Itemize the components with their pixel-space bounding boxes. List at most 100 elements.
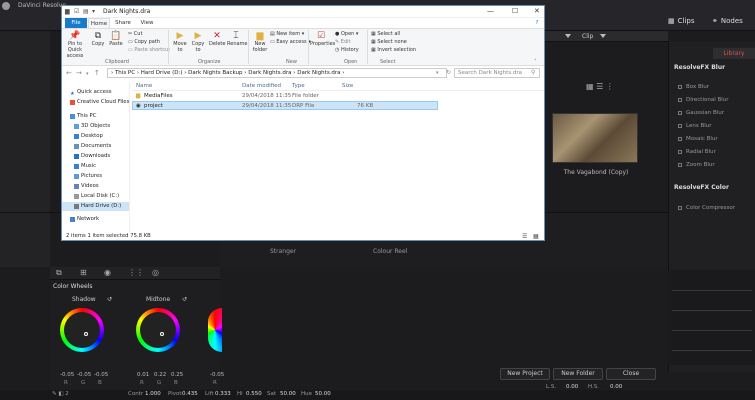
invert-selection-button[interactable]: ▦ Invert selection [371, 47, 416, 53]
nav-item-creative-cloud[interactable]: Creative Cloud Files [70, 98, 137, 107]
nav-item-hard-drive[interactable]: Hard Drive (D:) [62, 202, 129, 211]
tab-share[interactable]: Share [112, 18, 134, 28]
up-arrow-icon[interactable]: ↑ [94, 69, 100, 77]
wheel-value[interactable]: -0.05 [60, 372, 74, 378]
color-wheels-icon[interactable]: ◉ [104, 268, 111, 277]
fx-item[interactable]: Color Compressor [678, 203, 750, 212]
forward-arrow-icon[interactable]: → [76, 69, 82, 77]
copy-button[interactable]: ⧉ Copy [90, 31, 106, 47]
hdr-icon[interactable]: ◎ [152, 268, 159, 277]
viewer-dropdown-icon[interactable] [565, 34, 571, 38]
search-input[interactable]: Search Dark Nights.dra [454, 68, 540, 78]
fx-item[interactable]: Zoom Blur [678, 160, 750, 169]
clip-dropdown-icon[interactable] [600, 34, 606, 38]
reset-icon[interactable]: ↺ [182, 296, 187, 303]
wheel-value[interactable]: 0.22 [154, 372, 166, 378]
column-header-size[interactable]: Size [342, 83, 353, 89]
copy-path-button[interactable]: ▭ Copy path [128, 39, 160, 45]
nav-item-desktop[interactable]: Desktop [74, 132, 141, 141]
clip-thumbnail[interactable] [552, 113, 638, 163]
details-view-icon[interactable]: ☰ [522, 233, 527, 240]
reset-icon[interactable]: ↺ [107, 296, 112, 303]
nodes-button[interactable]: ⚭ Nodes [712, 14, 743, 28]
paste-shortcut-button[interactable]: ▭ Paste shortcut [128, 47, 170, 53]
maximize-icon[interactable]: ☐ [512, 7, 518, 15]
properties-button[interactable]: ☑ Properties [310, 31, 335, 47]
history-button[interactable]: ◷ History [335, 47, 359, 53]
fx-item[interactable]: Radial Blur [678, 147, 750, 156]
midtone-color-wheel[interactable] [136, 308, 180, 352]
fx-item[interactable]: Directional Blur [678, 95, 750, 104]
open-button[interactable]: ● Open ▾ [335, 31, 358, 37]
properties-quick-icon[interactable]: ☑ [74, 8, 79, 15]
ls-value[interactable]: 0.00 [566, 384, 578, 390]
rename-button[interactable]: ⌶ Rename [227, 31, 248, 47]
wheel-value[interactable]: 0.25 [171, 372, 183, 378]
library-tab[interactable]: Library [713, 48, 755, 59]
pin-quick-access-button[interactable]: 📌 Pin to Quick access [64, 31, 86, 59]
nav-item-local-disk[interactable]: Local Disk (C:) [74, 192, 141, 201]
easy-access-button[interactable]: ▭ Easy access ▾ [270, 39, 311, 45]
collapse-ribbon-icon[interactable]: ˄ [534, 59, 537, 65]
file-row[interactable]: ▆ MediaFiles 29/04/2018 11:35 File folde… [132, 92, 438, 101]
address-bar[interactable]: › This PC › Hard Drive (D:) › Dark Night… [107, 68, 447, 78]
fx-item[interactable]: Mosaic Blur [678, 134, 750, 143]
new-folder-button[interactable]: New Folder [553, 368, 603, 380]
minimize-icon[interactable]: — [487, 7, 494, 15]
refresh-icon[interactable]: ↻ [446, 69, 451, 76]
select-all-button[interactable]: ▦ Select all [371, 31, 400, 37]
nav-item-3d-objects[interactable]: 3D Objects [74, 122, 141, 131]
nav-item-documents[interactable]: Documents [74, 142, 141, 151]
bottom-tool-icon[interactable]: ✎ ◧ 2 [52, 391, 69, 397]
paste-button[interactable]: 📋 Paste [108, 31, 124, 47]
view-mode-icons[interactable]: ▦ ☰ ⋮ [586, 82, 614, 91]
column-header-date[interactable]: Date modified [242, 83, 281, 89]
nav-item-videos[interactable]: Videos [74, 182, 141, 191]
recent-locations-icon[interactable]: ▾ [86, 71, 89, 77]
nav-item-this-pc[interactable]: This PC [70, 112, 137, 121]
edit-button[interactable]: ✎ Edit [335, 39, 350, 45]
adjust-value[interactable]: 0.435 [182, 391, 198, 397]
adjust-value[interactable]: 50.00 [280, 391, 296, 397]
column-header-type[interactable]: Type [292, 83, 305, 89]
tab-home[interactable]: Home [88, 18, 110, 28]
copy-to-button[interactable]: ▶ Copy to [190, 31, 206, 53]
wheel-handle[interactable] [84, 332, 88, 336]
camera-raw-icon[interactable]: ⧉ [56, 268, 62, 278]
nav-item-music[interactable]: Music [74, 162, 141, 171]
nav-item-network[interactable]: Network [70, 215, 137, 224]
fx-item[interactable]: Box Blur [678, 82, 750, 91]
clips-button[interactable]: ▦ Clips [668, 14, 695, 28]
back-arrow-icon[interactable]: ← [66, 69, 72, 77]
wheel-value[interactable]: -0.05 [77, 372, 91, 378]
highlight-color-wheel[interactable] [208, 308, 222, 352]
hs-value[interactable]: 0.00 [610, 384, 622, 390]
tab-file[interactable]: File [65, 18, 87, 28]
wheel-value[interactable]: 0.01 [137, 372, 149, 378]
new-item-button[interactable]: ▤ New item ▾ [270, 31, 304, 37]
shadow-color-wheel[interactable] [60, 308, 104, 352]
fx-item[interactable]: Lens Blur [678, 121, 750, 130]
fx-item[interactable]: Gaussian Blur [678, 108, 750, 117]
wheel-value[interactable]: -0.05 [210, 372, 224, 378]
large-icons-view-icon[interactable]: ▦ [533, 233, 539, 240]
cut-button[interactable]: ✂ Cut [128, 31, 142, 37]
select-none-button[interactable]: ▦ Select none [371, 39, 407, 45]
bin-label[interactable]: Colour Reel [373, 248, 407, 255]
adjust-value[interactable]: 50.00 [315, 391, 331, 397]
new-project-button[interactable]: New Project [500, 368, 550, 380]
nav-item-downloads[interactable]: Downloads [74, 152, 141, 161]
close-button[interactable]: Close [606, 368, 656, 380]
color-match-icon[interactable]: ⊞ [80, 268, 87, 277]
tab-view[interactable]: View [136, 18, 158, 28]
primaries-bars-icon[interactable]: ⋮⋮ [128, 268, 144, 277]
delete-button[interactable]: ✕ Delete [209, 31, 225, 47]
wheel-value[interactable]: -0.05 [94, 372, 108, 378]
help-icon[interactable]: ? [532, 18, 542, 28]
column-header-name[interactable]: Name [136, 83, 152, 89]
adjust-value[interactable]: 1.000 [145, 391, 161, 397]
nav-item-quick-access[interactable]: ★ Quick access [70, 88, 137, 97]
file-row-selected[interactable]: ◉ project 29/04/2018 11:35 DRP File 76 K… [132, 101, 438, 110]
nav-item-pictures[interactable]: Pictures [74, 172, 141, 181]
new-folder-quick-icon[interactable]: ▤ [83, 8, 89, 15]
